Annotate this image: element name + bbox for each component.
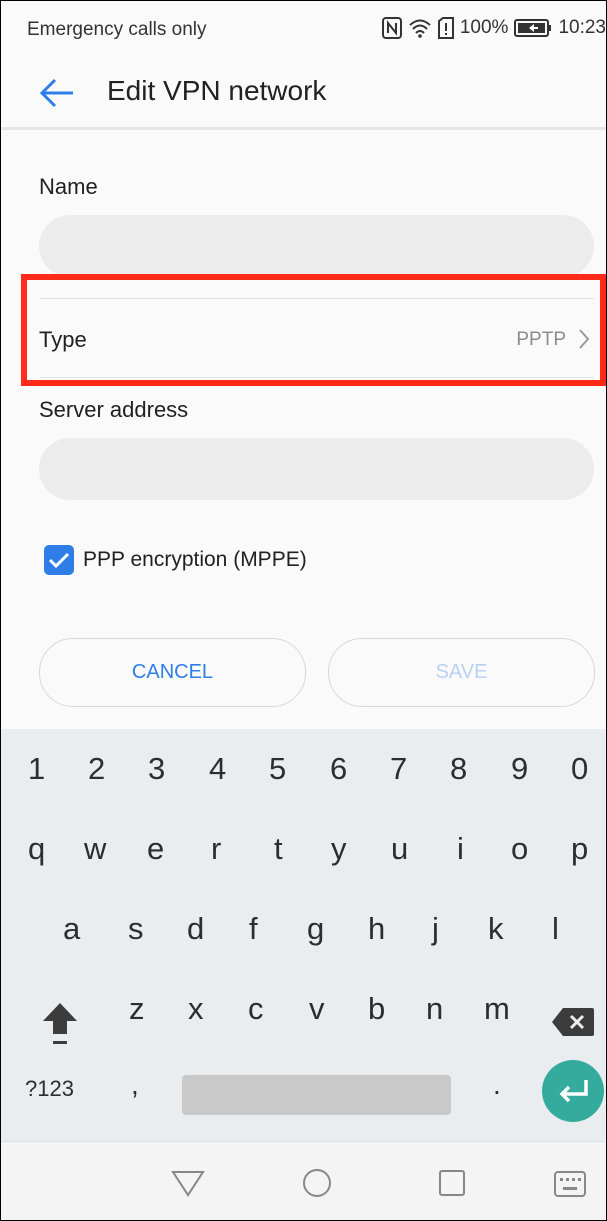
enter-icon [559, 1080, 588, 1103]
key-2[interactable]: 2 [88, 751, 105, 787]
key-r[interactable]: r [211, 831, 221, 867]
mppe-label: PPP encryption (MPPE) [83, 548, 307, 571]
save-button[interactable]: SAVE [328, 638, 595, 707]
key-u[interactable]: u [391, 831, 408, 867]
backspace-icon[interactable] [551, 1007, 595, 1042]
key-9[interactable]: 9 [511, 751, 528, 787]
key-c[interactable]: c [248, 991, 264, 1027]
battery-percent: 100% [459, 17, 509, 38]
recents-square-icon[interactable] [437, 1168, 467, 1203]
spacebar[interactable] [182, 1075, 451, 1115]
key-x[interactable]: x [188, 991, 204, 1027]
key-period[interactable]: . [493, 1069, 501, 1101]
back-arrow-icon[interactable] [39, 77, 79, 111]
key-4[interactable]: 4 [209, 751, 226, 787]
status-bar: Emergency calls only 100% 10:23 [1, 1, 606, 61]
sim-alert-icon [437, 17, 454, 39]
key-b[interactable]: b [368, 991, 385, 1027]
status-icons: 100% 10:23 [381, 17, 606, 39]
key-1[interactable]: 1 [28, 751, 45, 787]
type-value: PPTP [516, 329, 566, 350]
key-v[interactable]: v [309, 991, 325, 1027]
key-o[interactable]: o [511, 831, 528, 867]
key-w[interactable]: w [84, 831, 106, 867]
key-a[interactable]: a [63, 911, 80, 947]
key-l[interactable]: l [552, 911, 559, 947]
app-bar: Edit VPN network [1, 61, 606, 130]
key-z[interactable]: z [129, 991, 145, 1027]
mppe-checkbox[interactable] [44, 545, 74, 575]
key-f[interactable]: f [249, 911, 258, 947]
checkmark-icon [48, 552, 70, 569]
key-0[interactable]: 0 [571, 751, 588, 787]
page-title: Edit VPN network [107, 75, 327, 106]
key-g[interactable]: g [307, 911, 324, 947]
back-triangle-icon[interactable] [171, 1168, 205, 1203]
clock: 10:23 [558, 17, 606, 38]
carrier-text: Emergency calls only [27, 19, 207, 40]
symbols-key[interactable]: ?123 [25, 1076, 74, 1102]
key-p[interactable]: p [571, 831, 588, 867]
key-d[interactable]: d [187, 911, 204, 947]
type-label: Type [39, 327, 87, 352]
key-comma[interactable]: , [131, 1069, 139, 1101]
key-m[interactable]: m [484, 991, 510, 1027]
key-8[interactable]: 8 [450, 751, 467, 787]
battery-icon [514, 19, 552, 37]
navigation-bar [1, 1141, 606, 1220]
key-5[interactable]: 5 [269, 751, 286, 787]
key-y[interactable]: y [331, 831, 347, 867]
key-6[interactable]: 6 [330, 751, 347, 787]
name-label: Name [39, 174, 98, 199]
screen: Emergency calls only 100% 10:23 Edit VPN… [0, 0, 607, 1221]
key-n[interactable]: n [426, 991, 443, 1027]
shift-icon[interactable] [41, 1001, 79, 1052]
key-7[interactable]: 7 [390, 751, 407, 787]
home-circle-icon[interactable] [301, 1167, 333, 1204]
wifi-icon [408, 18, 432, 38]
key-e[interactable]: e [147, 831, 164, 867]
name-input[interactable] [39, 215, 594, 277]
key-j[interactable]: j [432, 911, 439, 947]
server-address-label: Server address [39, 397, 189, 422]
key-i[interactable]: i [457, 831, 464, 867]
key-h[interactable]: h [368, 911, 385, 947]
key-q[interactable]: q [28, 831, 45, 867]
key-s[interactable]: s [128, 911, 144, 947]
type-selector[interactable]: Type PPTP [39, 298, 594, 378]
key-k[interactable]: k [488, 911, 504, 947]
keyboard-switch-icon[interactable] [553, 1170, 587, 1203]
key-t[interactable]: t [274, 831, 283, 867]
nfc-icon [381, 17, 402, 39]
soft-keyboard: 1 2 3 4 5 6 7 8 9 0 q w e r t y u i o p … [1, 729, 606, 1141]
chevron-right-icon [578, 328, 590, 355]
key-3[interactable]: 3 [148, 751, 165, 787]
server-address-input[interactable] [39, 438, 594, 500]
cancel-button[interactable]: CANCEL [39, 638, 306, 707]
enter-key[interactable] [542, 1060, 604, 1122]
